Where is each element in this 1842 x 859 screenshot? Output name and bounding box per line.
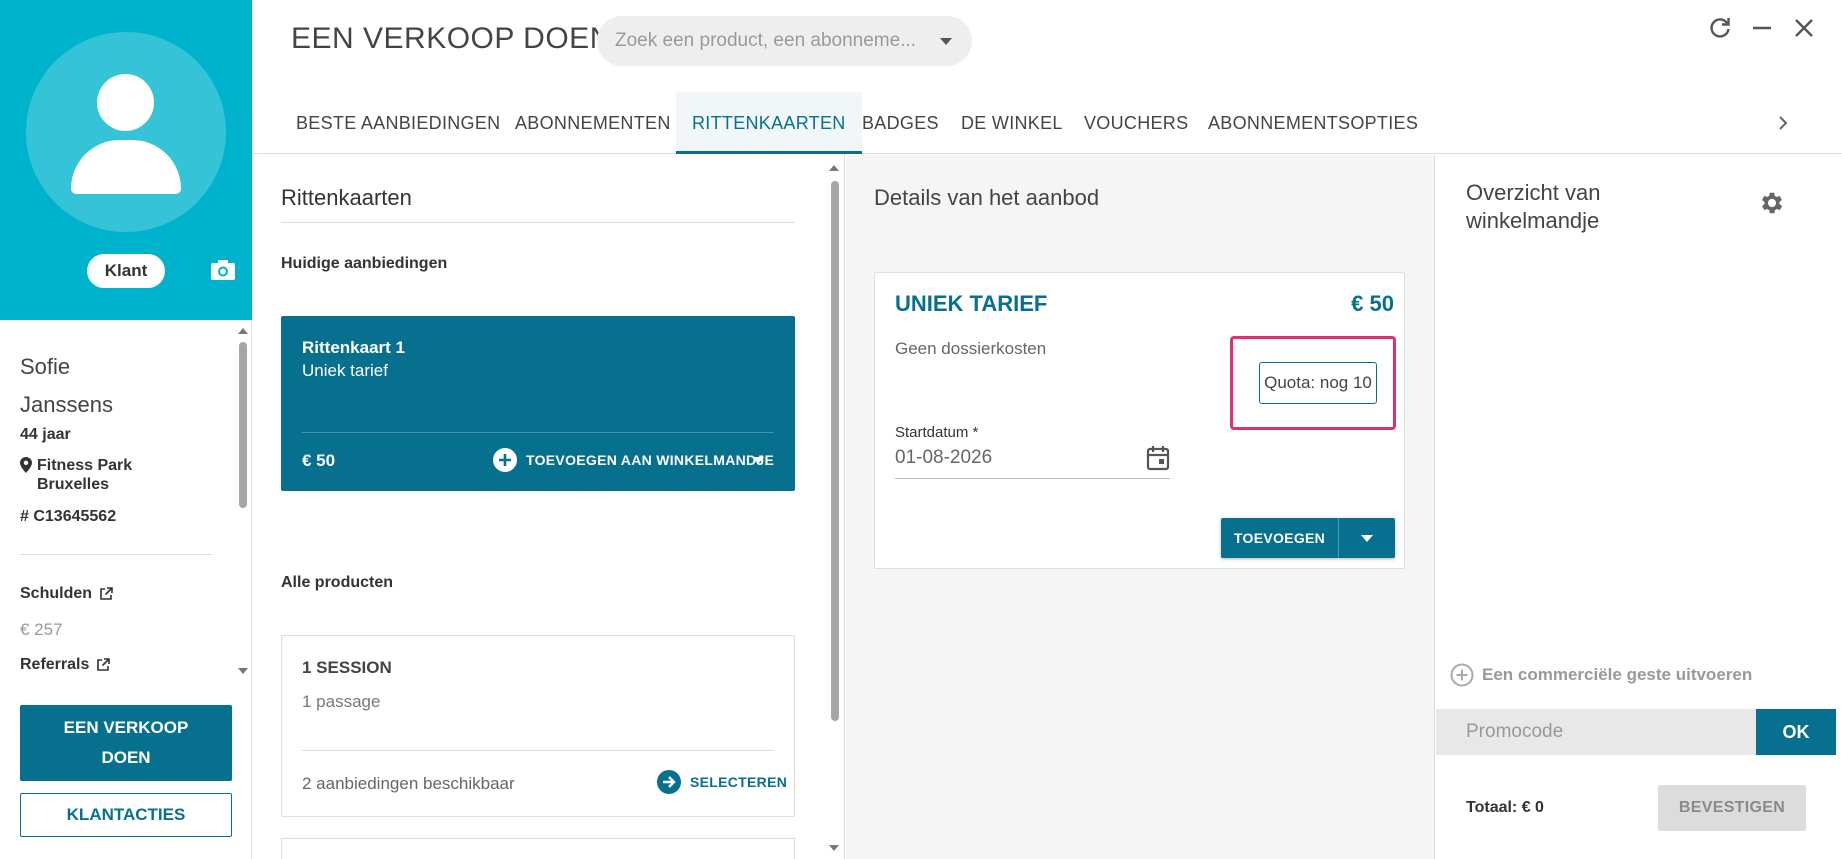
offer-detail-card: UNIEK TARIEF € 50 Geen dossierkosten Quo… (874, 272, 1405, 569)
offers-title: Rittenkaarten (281, 185, 412, 210)
scroll-down-icon[interactable] (238, 668, 248, 674)
cart-title: Overzicht van winkelmandje (1466, 180, 1601, 233)
cart-column: Overzicht van winkelmandje Een commercië… (1436, 155, 1842, 859)
details-title: Details van het aanbod (874, 185, 1100, 210)
customer-role-badge: Klant (87, 254, 165, 288)
tab-vouchers[interactable]: VOUCHERS (1084, 92, 1188, 154)
close-icon[interactable] (1790, 14, 1818, 42)
calendar-icon[interactable] (1146, 445, 1170, 471)
avatar (26, 32, 226, 232)
plus-circle-icon (1450, 663, 1474, 687)
scroll-up-icon[interactable] (238, 328, 248, 334)
minimize-icon[interactable] (1748, 14, 1776, 42)
referrals-label: Referrals (20, 656, 90, 673)
external-link-icon (97, 658, 111, 671)
start-date-input[interactable]: 01-08-2026 (895, 447, 992, 469)
divider (302, 750, 774, 751)
arrow-right-circle-icon (657, 770, 681, 794)
add-button[interactable]: TOEVOEGEN (1221, 518, 1395, 558)
tab-subscriptions[interactable]: ABONNEMENTEN (515, 92, 671, 154)
product-card[interactable] (281, 838, 795, 859)
scroll-up-icon[interactable] (829, 165, 839, 171)
camera-icon[interactable] (210, 259, 236, 281)
start-date-label: Startdatum * (895, 424, 979, 441)
commercial-gesture-label: Een commerciële geste uitvoeren (1482, 665, 1753, 684)
customer-id: # C13645562 (20, 508, 117, 525)
product-card-offer-count: 2 aanbiedingen beschikbaar (302, 774, 515, 793)
customer-club: Fitness Park Bruxelles (20, 456, 230, 494)
referrals-link[interactable]: Referrals (20, 656, 111, 674)
tab-shop[interactable]: DE WINKEL (961, 92, 1063, 154)
make-sale-label: EEN VERKOOP DOEN (63, 718, 189, 767)
plus-circle-icon (493, 448, 517, 472)
tab-badges[interactable]: BADGES (862, 92, 939, 154)
offers-column: Rittenkaarten Huidige aanbiedingen Ritte… (252, 155, 845, 859)
all-products-title: Alle producten (281, 574, 394, 591)
debts-link[interactable]: Schulden (20, 585, 113, 603)
offers-scrollbar[interactable] (827, 163, 841, 853)
offer-fee-note: Geen dossierkosten (895, 339, 1047, 358)
customer-header: Klant (0, 0, 252, 320)
offer-card-selected[interactable]: Rittenkaart 1 Uniek tarief € 50 TOEVOEGE… (281, 316, 795, 491)
offer-card-subtitle: Uniek tarief (302, 361, 388, 380)
promo-ok-button[interactable]: OK (1756, 709, 1836, 755)
product-card-subtitle: 1 passage (302, 692, 381, 711)
external-link-icon (100, 587, 113, 600)
customer-last-name: Janssens (20, 392, 113, 417)
tab-best-offers[interactable]: BESTE AANBIEDINGEN (296, 92, 500, 154)
divider (302, 432, 774, 433)
add-to-cart-label: TOEVOEGEN AAN WINKELMANDJE (526, 452, 775, 468)
offer-card-price: € 50 (302, 451, 336, 470)
customer-panel: Klant Sofie Janssens 44 jaar Fitness Par… (0, 0, 252, 859)
offer-name: UNIEK TARIEF (895, 291, 1048, 316)
chevron-right-icon[interactable] (1776, 114, 1790, 132)
search-placeholder: Zoek een product, een abonneme... (615, 30, 917, 51)
scroll-thumb[interactable] (239, 342, 247, 508)
confirm-button[interactable]: BEVESTIGEN (1658, 785, 1806, 831)
gear-icon[interactable] (1758, 189, 1786, 217)
refresh-icon[interactable] (1706, 14, 1734, 42)
tab-bar: BESTE AANBIEDINGEN ABONNEMENTEN RITTENKA… (252, 92, 1842, 154)
location-pin-icon (20, 457, 32, 473)
chevron-down-icon[interactable] (1361, 535, 1373, 542)
quota-highlight: Quota: nog 10 (1230, 336, 1396, 430)
customer-scrollbar[interactable] (236, 326, 248, 676)
make-sale-button[interactable]: EEN VERKOOP DOEN (20, 705, 232, 781)
promo-code-input[interactable] (1436, 709, 1756, 755)
avatar-head (97, 74, 154, 131)
debts-value: € 257 (20, 620, 63, 639)
debts-label: Schulden (20, 585, 93, 602)
customer-first-name: Sofie (20, 354, 71, 379)
select-button[interactable]: SELECTEREN (656, 769, 787, 795)
select-label: SELECTEREN (690, 774, 788, 790)
add-button-label: TOEVOEGEN (1221, 518, 1339, 558)
commercial-gesture-button[interactable]: Een commerciële geste uitvoeren (1450, 663, 1752, 687)
divider (281, 222, 795, 223)
input-underline (895, 478, 1170, 479)
scroll-thumb[interactable] (831, 181, 839, 721)
scroll-down-icon[interactable] (829, 845, 839, 851)
tab-ride-cards[interactable]: RITTENKAARTEN (676, 92, 862, 154)
add-to-cart-button[interactable]: TOEVOEGEN AAN WINKELMANDJE (492, 447, 774, 473)
current-offers-title: Huidige aanbiedingen (281, 255, 448, 272)
customer-club-name: Fitness Park Bruxelles (37, 457, 133, 493)
offer-details-column: Details van het aanbod UNIEK TARIEF € 50… (846, 155, 1435, 859)
quota-badge: Quota: nog 10 (1259, 362, 1377, 404)
customer-age: 44 jaar (20, 426, 71, 443)
page-title: EEN VERKOOP DOEN (291, 22, 612, 55)
customer-actions-button[interactable]: KLANTACTIES (20, 793, 232, 837)
tab-subscription-options[interactable]: ABONNEMENTSOPTIES (1208, 92, 1418, 154)
offer-card-name: Rittenkaart 1 (302, 338, 405, 357)
product-card[interactable]: 1 SESSION 1 passage 2 aanbiedingen besch… (281, 635, 795, 817)
customer-info: Sofie Janssens 44 jaar Fitness Park Brux… (20, 348, 230, 526)
product-card-name: 1 SESSION (302, 658, 392, 677)
divider (20, 554, 212, 555)
product-search[interactable]: Zoek een product, een abonneme... (597, 16, 972, 66)
avatar-body (71, 140, 181, 194)
promo-code-field[interactable] (1436, 709, 1756, 755)
offer-price: € 50 (1351, 291, 1394, 316)
cart-total: Totaal: € 0 (1466, 799, 1544, 816)
chevron-down-icon[interactable] (940, 38, 952, 45)
chevron-down-icon[interactable] (752, 457, 764, 464)
